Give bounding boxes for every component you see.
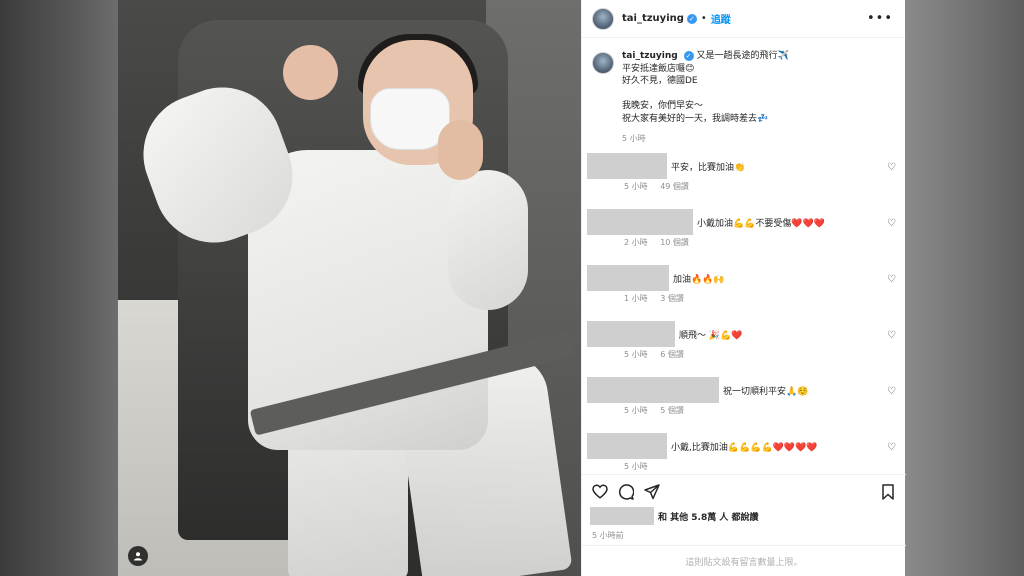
caption: tai_tzuying ✓ 又是一趟長途的飛行✈️ 平安抵達飯店囉😊 好久不見，… bbox=[582, 38, 905, 146]
comment-time: 5 小時 bbox=[624, 182, 648, 191]
comment-like-icon[interactable]: ♡ bbox=[887, 330, 896, 341]
comment-row: 小戴加油💪💪不要受傷❤️❤️❤️ 2 小時 10 個讚 ♡ bbox=[582, 204, 906, 260]
comment-like-icon[interactable]: ♡ bbox=[887, 218, 896, 229]
comment-like-icon[interactable]: ♡ bbox=[887, 274, 896, 285]
redacted-liker bbox=[590, 507, 654, 525]
post-photo[interactable] bbox=[118, 0, 581, 576]
comment-like-icon[interactable]: ♡ bbox=[887, 442, 896, 453]
follow-button[interactable]: 追蹤 bbox=[711, 11, 731, 26]
comment-text: 小戴,比賽加油💪💪💪💪❤️❤️❤️❤️ bbox=[671, 443, 818, 453]
bookmark-icon[interactable] bbox=[880, 483, 896, 500]
comment-icon[interactable] bbox=[618, 483, 634, 500]
background-left bbox=[0, 0, 118, 576]
caption-line: 好久不見，德國DE bbox=[622, 76, 698, 86]
comment-likes[interactable]: 5 個讚 bbox=[660, 406, 684, 415]
comment-meta: 5 小時 bbox=[624, 461, 668, 472]
suit-arm-right bbox=[448, 170, 528, 310]
header-username[interactable]: tai_tzuying bbox=[622, 13, 684, 24]
verified-badge-icon: ✓ bbox=[686, 13, 697, 24]
comment-like-icon[interactable]: ♡ bbox=[887, 162, 896, 173]
comment-time: 1 小時 bbox=[624, 294, 648, 303]
heart-icon[interactable] bbox=[592, 484, 608, 500]
likes-text[interactable]: 和 其他 5.8萬 人 都說讚 bbox=[658, 510, 758, 523]
caption-line: 祝大家有美好的一天，我調時差去💤 bbox=[622, 113, 769, 124]
avatar[interactable] bbox=[592, 7, 614, 30]
comment-row: 順飛～ 🎉💪❤️ 5 小時 6 個讚 ♡ bbox=[582, 316, 906, 372]
comment-row: 加油🔥🔥🙌 1 小時 3 個讚 ♡ bbox=[582, 260, 906, 316]
share-icon[interactable] bbox=[644, 483, 660, 500]
more-options-icon[interactable]: ••• bbox=[867, 11, 893, 26]
comment-meta: 5 小時 49 個讚 bbox=[624, 181, 699, 192]
background-right bbox=[905, 0, 1024, 576]
like-glyph bbox=[592, 484, 608, 499]
tagged-user-icon[interactable] bbox=[128, 546, 148, 566]
caption-verified-icon: ✓ bbox=[683, 51, 694, 62]
comment-time: 5 小時 bbox=[624, 350, 648, 359]
post-side-panel: tai_tzuying ✓ • 追蹤 ••• tai_tzuying ✓ 又是一… bbox=[581, 0, 906, 576]
comment-meta: 5 小時 6 個讚 bbox=[624, 349, 694, 360]
comment-like-icon[interactable]: ♡ bbox=[887, 386, 896, 397]
comment-time: 5 小時 bbox=[624, 406, 648, 415]
post-header: tai_tzuying ✓ • 追蹤 ••• bbox=[582, 0, 905, 38]
comments-list: 平安，比賽加油👏 5 小時 49 個讚 ♡ 小戴加油💪💪不要受傷❤️❤️❤️ 2… bbox=[582, 148, 906, 484]
comment-meta: 5 小時 5 個讚 bbox=[624, 405, 694, 416]
caption-username[interactable]: tai_tzuying bbox=[622, 51, 678, 61]
comment-likes[interactable]: 10 個讚 bbox=[660, 238, 689, 247]
redacted-username bbox=[587, 321, 675, 347]
comment-time: 5 小時 bbox=[624, 462, 648, 471]
peace-sign-hand-left bbox=[283, 45, 338, 100]
redacted-username bbox=[587, 209, 693, 235]
redacted-username bbox=[587, 265, 669, 291]
user-icon bbox=[134, 552, 142, 561]
share-glyph bbox=[644, 483, 660, 499]
comment-text: 平安，比賽加油👏 bbox=[671, 163, 746, 173]
comment-glyph bbox=[618, 483, 634, 500]
caption-line: 又是一趟長途的飛行✈️ bbox=[696, 51, 789, 61]
comment-likes[interactable]: 6 個讚 bbox=[660, 350, 684, 359]
header-separator: • bbox=[700, 13, 707, 24]
post-timestamp: 5 小時前 bbox=[592, 531, 624, 540]
peace-sign-hand-right bbox=[438, 120, 483, 180]
comment-text: 祝一切順利平安🙏☺️ bbox=[723, 387, 809, 397]
comment-likes[interactable]: 3 個讚 bbox=[660, 294, 684, 303]
comment-likes[interactable]: 49 個讚 bbox=[660, 182, 689, 191]
comment-limit-notice: 這則貼文設有留言數量上限。 bbox=[582, 545, 906, 576]
caption-avatar[interactable] bbox=[592, 52, 614, 74]
comment-time: 2 小時 bbox=[624, 238, 648, 247]
redacted-username bbox=[587, 153, 667, 179]
save-glyph bbox=[882, 483, 894, 500]
caption-line: 平安抵達飯店囉😊 bbox=[622, 63, 695, 74]
redacted-username bbox=[587, 377, 719, 403]
redacted-username bbox=[587, 433, 667, 459]
comment-meta: 2 小時 10 個讚 bbox=[624, 237, 699, 248]
caption-line bbox=[622, 88, 789, 101]
action-bar bbox=[582, 474, 906, 508]
caption-time: 5 小時 bbox=[622, 134, 646, 143]
comment-text: 加油🔥🔥🙌 bbox=[673, 275, 725, 285]
comment-meta: 1 小時 3 個讚 bbox=[624, 293, 694, 304]
comment-row: 祝一切順利平安🙏☺️ 5 小時 5 個讚 ♡ bbox=[582, 372, 906, 428]
comment-text: 順飛～ 🎉💪❤️ bbox=[679, 331, 743, 341]
caption-line: 我晚安，你們早安～ bbox=[622, 101, 704, 111]
comment-row: 平安，比賽加油👏 5 小時 49 個讚 ♡ bbox=[582, 148, 906, 204]
likes-summary: 和 其他 5.8萬 人 都說讚 bbox=[582, 505, 906, 527]
comment-text: 小戴加油💪💪不要受傷❤️❤️❤️ bbox=[697, 219, 826, 229]
